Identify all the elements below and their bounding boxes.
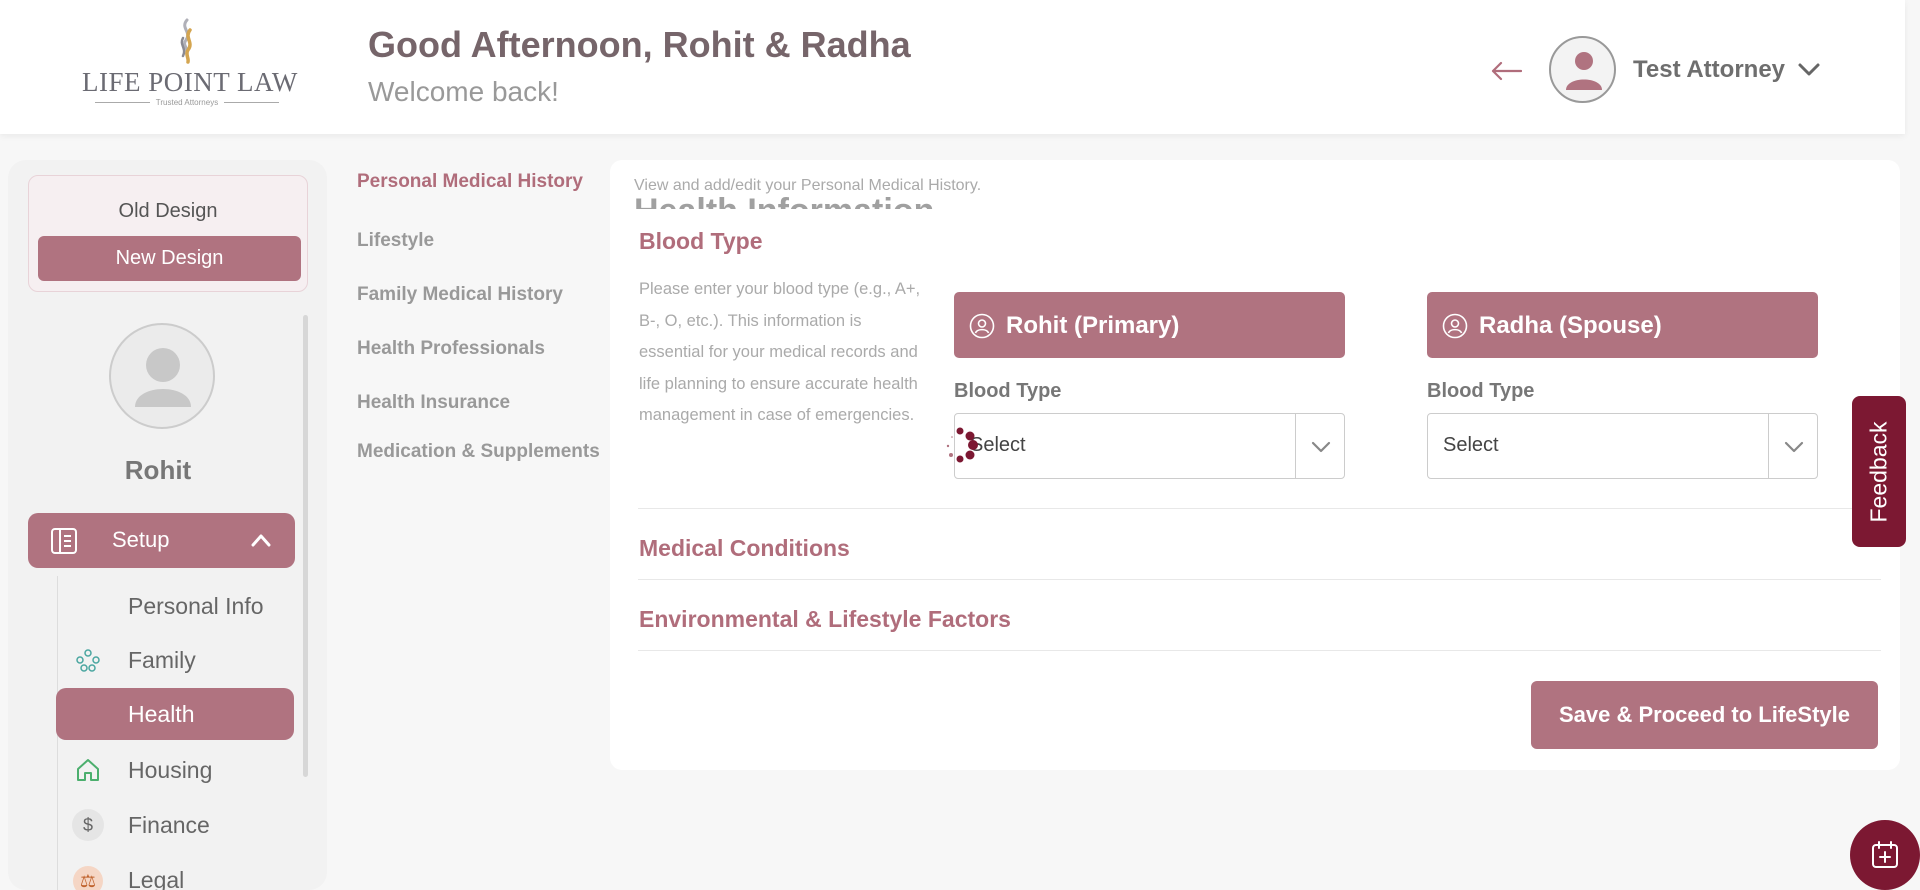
user-silhouette-icon: [1566, 52, 1602, 90]
sidebar-item-housing[interactable]: Housing: [56, 744, 294, 796]
user-avatar[interactable]: [1549, 36, 1616, 103]
primary-person-name: Rohit (Primary): [1006, 312, 1180, 339]
page-subtitle: View and add/edit your Personal Medical …: [634, 177, 982, 194]
section-divider: [638, 579, 1881, 580]
primary-blood-type-label: Blood Type: [954, 380, 1062, 402]
feedback-label: Feedback: [1865, 420, 1892, 523]
legal-icon: ⚖: [73, 866, 103, 890]
blood-type-section-title[interactable]: Blood Type: [639, 228, 763, 255]
section-divider: [638, 508, 1881, 509]
profile-avatar: [109, 323, 215, 429]
tab-personal-medical-history[interactable]: Personal Medical History: [357, 171, 583, 193]
spouse-person-name: Radha (Spouse): [1479, 312, 1662, 339]
spouse-blood-type-select[interactable]: Select: [1427, 413, 1818, 479]
loading-spinner-icon: [946, 427, 978, 463]
user-name[interactable]: Test Attorney: [1633, 56, 1785, 84]
feedback-tab[interactable]: Feedback: [1852, 396, 1906, 547]
dollar-icon: $: [72, 809, 104, 841]
setup-menu-toggle[interactable]: Setup: [28, 513, 295, 568]
spouse-person-header: Radha (Spouse): [1427, 292, 1818, 358]
sidebar-item-family[interactable]: Family: [56, 634, 294, 686]
tab-family-medical-history[interactable]: Family Medical History: [357, 284, 563, 306]
profile-name: Rohit: [124, 455, 192, 485]
back-arrow-icon[interactable]: [1490, 50, 1530, 90]
chevron-up-icon: [251, 534, 271, 547]
top-header: LIFE POINT LAW Trusted Attorneys Good Af…: [0, 0, 1905, 134]
sidebar-item-personal-info[interactable]: Personal Info: [56, 580, 294, 632]
floating-action-button[interactable]: [1850, 820, 1920, 890]
section-divider: [638, 650, 1881, 651]
chevron-down-icon: [1311, 441, 1331, 453]
sidebar-item-label: Personal Info: [128, 593, 264, 619]
sidebar-scrollbar[interactable]: [303, 315, 308, 777]
sidebar-item-legal[interactable]: ⚖ Legal: [56, 854, 294, 890]
setup-label: Setup: [112, 527, 170, 552]
new-design-button[interactable]: New Design: [38, 236, 301, 281]
primary-person-header: Rohit (Primary): [954, 292, 1345, 358]
family-icon: [74, 646, 102, 674]
greeting-title: Good Afternoon, Rohit & Radha: [368, 24, 911, 65]
chevron-down-icon: [1784, 441, 1804, 453]
sidebar-item-health[interactable]: Health: [56, 688, 294, 740]
flame-logo-icon: [180, 18, 192, 64]
sidebar-item-label: Legal: [128, 867, 185, 890]
old-design-button[interactable]: Old Design: [29, 200, 307, 223]
calendar-add-icon: [1872, 841, 1898, 868]
user-silhouette-icon: [135, 348, 191, 407]
tab-health-insurance[interactable]: Health Insurance: [357, 392, 510, 414]
primary-blood-type-select[interactable]: Select: [954, 413, 1345, 479]
sidebar-item-label: Health: [128, 701, 195, 727]
spouse-blood-type-label: Blood Type: [1427, 380, 1535, 402]
medical-conditions-section-title[interactable]: Medical Conditions: [639, 535, 850, 562]
sidebar-item-finance[interactable]: $ Finance: [56, 799, 294, 851]
sidebar-item-label: Family: [128, 647, 196, 673]
chevron-down-icon[interactable]: [1796, 58, 1822, 80]
tab-lifestyle[interactable]: Lifestyle: [357, 230, 434, 252]
sidebar-item-label: Finance: [128, 812, 210, 838]
sidebar-item-label: Housing: [128, 757, 213, 783]
sidebar: Old Design New Design Rohit Setup Person…: [8, 160, 327, 890]
design-switcher: Old Design New Design: [28, 175, 308, 292]
welcome-subtitle: Welcome back!: [368, 76, 559, 107]
logo-tagline: Trusted Attorneys: [82, 98, 292, 107]
setup-book-icon: [51, 528, 77, 554]
blood-type-description: Please enter your blood type (e.g., A+, …: [639, 280, 921, 424]
save-proceed-button[interactable]: Save & Proceed to LifeStyle: [1531, 681, 1878, 749]
user-circle-icon: [969, 313, 995, 339]
select-separator: [1768, 414, 1769, 478]
home-icon: [74, 756, 102, 784]
logo-name: LIFE POINT LAW: [82, 67, 298, 97]
tab-medication-supplements[interactable]: Medication & Supplements: [357, 441, 600, 463]
health-information-card: Health Information View and add/edit you…: [610, 160, 1900, 770]
environmental-lifestyle-section-title[interactable]: Environmental & Lifestyle Factors: [639, 606, 1011, 633]
company-logo[interactable]: LIFE POINT LAW Trusted Attorneys: [82, 18, 298, 110]
tab-health-professionals[interactable]: Health Professionals: [357, 338, 545, 360]
user-circle-icon: [1442, 313, 1468, 339]
select-separator: [1295, 414, 1296, 478]
select-value: Select: [1443, 434, 1499, 456]
